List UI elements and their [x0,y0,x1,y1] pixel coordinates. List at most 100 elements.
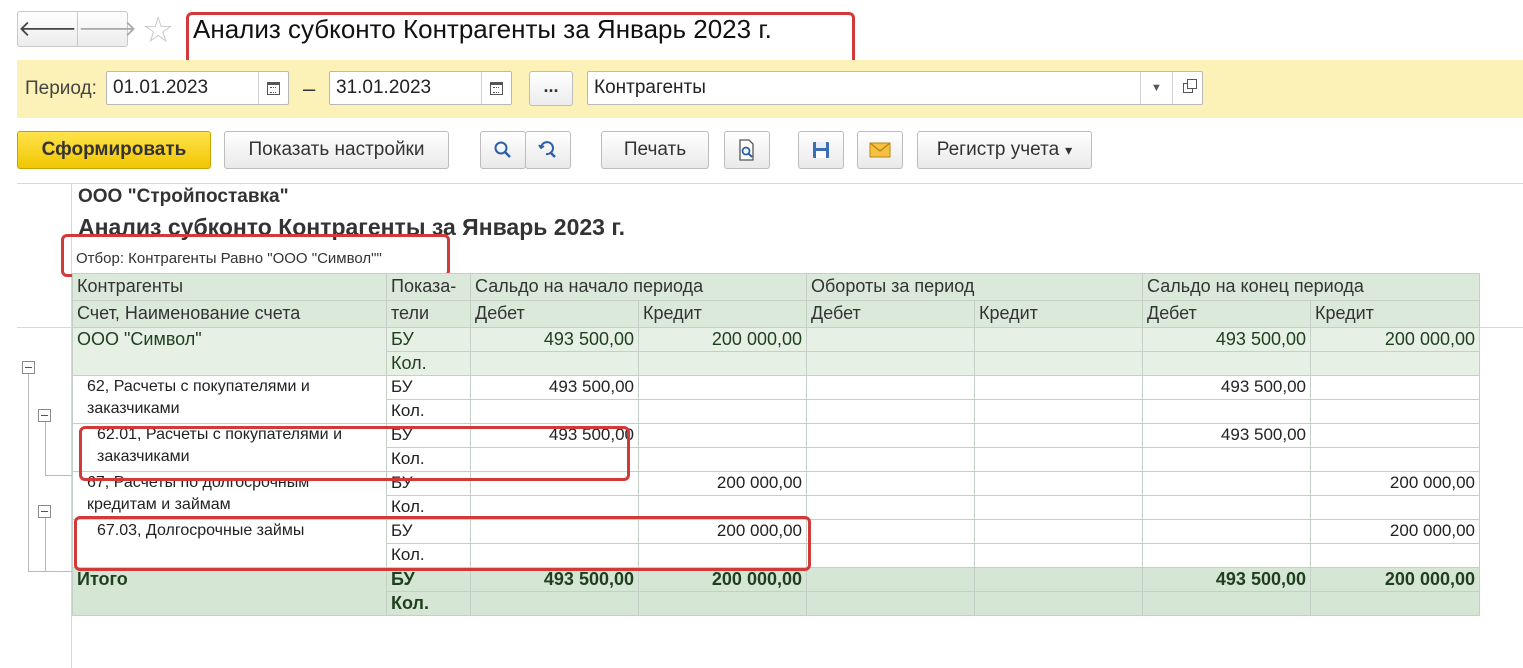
tree-line [45,422,46,476]
cell-turnover-debit[interactable] [806,519,975,544]
cell-closing-credit[interactable] [1310,375,1480,400]
cell-turnover-credit[interactable] [974,519,1143,544]
report-organization: ООО "Стройпоставка" [78,186,289,207]
back-button[interactable]: 🡐 [18,12,77,46]
row-indicator: Кол. [386,591,471,616]
table-row[interactable]: 67, Расчеты по долгосрочным кредитам и з… [72,471,1480,520]
dropdown-arrow-icon: ▾ [1065,141,1073,158]
tree-line [45,518,46,572]
table-row[interactable]: 62.01, Расчеты с покупателями и заказчик… [72,423,1480,472]
period-select-button[interactable]: ... [529,71,573,106]
cell-opening-debit[interactable]: 493 500,00 [470,375,639,400]
cell-turnover-debit[interactable] [806,375,975,400]
cell-closing-debit[interactable]: 493 500,00 [1142,567,1311,592]
nav-buttons: 🡐 🡒 [17,11,137,47]
cell-closing-credit[interactable]: 200 000,00 [1310,567,1480,592]
cell-turnover-debit[interactable] [806,423,975,448]
cell-opening-debit[interactable] [470,471,639,496]
cell-opening-credit[interactable] [638,423,807,448]
cell-opening-debit[interactable] [470,519,639,544]
show-settings-button[interactable]: Показать настройки [224,131,449,169]
date-to-field[interactable]: 31.01.2023 [329,71,512,105]
search-button[interactable] [480,131,526,169]
generate-button[interactable]: Сформировать [17,131,211,169]
collapse-icon[interactable] [38,409,51,422]
subconto-select[interactable]: Контрагенты ▼ [587,71,1203,105]
cell-turnover-credit[interactable] [974,375,1143,400]
report-title: Анализ субконто Контрагенты за Январь 20… [78,214,626,240]
send-email-button[interactable] [857,131,903,169]
cell-turnover-credit[interactable] [974,327,1143,352]
total-row[interactable]: Итого БУ 493 500,00 200 000,00 493 500,0… [72,567,1480,616]
cell-turnover-debit[interactable] [806,567,975,592]
print-button[interactable]: Печать [601,131,709,169]
save-button[interactable] [798,131,844,169]
register-label: Регистр учета [936,139,1060,160]
search-icon [494,141,511,158]
tree-line [28,571,72,572]
col-closing-debit: Дебет [1142,300,1311,328]
col-turnover: Обороты за период [806,273,1143,301]
report-top-border [17,183,1523,184]
calendar-icon [267,81,280,95]
cell-turnover-credit[interactable] [974,567,1143,592]
total-label: Итого [72,567,387,616]
cell-closing-debit[interactable]: 493 500,00 [1142,327,1311,352]
cell-opening-debit[interactable]: 493 500,00 [470,423,639,448]
cell-opening-debit[interactable]: 493 500,00 [470,567,639,592]
header-row-2: Счет, Наименование счета тели Дебет Кред… [72,300,1480,328]
envelope-icon [869,142,891,158]
date-to-calendar-button[interactable] [481,72,511,104]
table-row[interactable]: 62, Расчеты с покупателями и заказчиками… [72,375,1480,424]
cell-turnover-credit[interactable] [974,423,1143,448]
open-form-icon[interactable] [1172,72,1202,104]
report-filter: Отбор: Контрагенты Равно "ООО "Символ"" [76,250,382,267]
date-from-field[interactable]: 01.01.2023 [106,71,289,105]
dropdown-arrow-icon[interactable]: ▼ [1140,72,1172,104]
col-indicator-2: тели [386,300,471,328]
forward-button[interactable]: 🡒 [77,12,137,46]
row-indicator: БУ [386,327,471,352]
cell-opening-credit[interactable]: 200 000,00 [638,471,807,496]
table-row[interactable]: ООО "Символ" БУ 493 500,00 200 000,00 49… [72,327,1480,376]
favorite-star-icon[interactable]: ☆ [142,10,174,50]
cell-turnover-debit[interactable] [806,471,975,496]
cell-closing-debit[interactable] [1142,471,1311,496]
cell-closing-credit[interactable]: 200 000,00 [1310,471,1480,496]
cell-closing-debit[interactable]: 493 500,00 [1142,423,1311,448]
cell-opening-credit[interactable]: 200 000,00 [638,327,807,352]
cell-closing-credit[interactable] [1310,423,1480,448]
cell-opening-credit[interactable] [638,375,807,400]
search-replace-button[interactable] [525,131,571,169]
preview-button[interactable] [724,131,770,169]
row-indicator: Кол. [386,543,471,568]
cell-opening-debit[interactable]: 493 500,00 [470,327,639,352]
row-indicator: БУ [386,567,471,592]
col-closing-credit: Кредит [1310,300,1480,328]
tree-line [45,475,72,476]
collapse-icon[interactable] [38,505,51,518]
table-row[interactable]: 67.03, Долгосрочные займы БУ 200 000,00 … [72,519,1480,568]
arrow-right-icon: 🡒 [78,16,137,41]
cell-closing-credit[interactable]: 200 000,00 [1310,327,1480,352]
row-name: 62, Расчеты с покупателями и заказчиками [72,375,387,424]
calendar-icon [490,81,503,95]
col-closing: Сальдо на конец периода [1142,273,1480,301]
arrow-left-icon: 🡐 [18,16,77,41]
cell-turnover-debit[interactable] [806,327,975,352]
cell-opening-credit[interactable]: 200 000,00 [638,567,807,592]
period-separator: – [303,76,316,101]
cell-closing-credit[interactable]: 200 000,00 [1310,519,1480,544]
save-floppy-icon [813,142,829,158]
cell-closing-debit[interactable] [1142,519,1311,544]
col-opening-debit: Дебет [470,300,639,328]
period-label: Период: [25,78,97,99]
row-indicator: Кол. [386,351,471,376]
register-button[interactable]: Регистр учета ▾ [917,131,1092,169]
report-table: Контрагенты Показа- Сальдо на начало пер… [72,273,1480,616]
date-from-calendar-button[interactable] [258,72,288,104]
cell-opening-credit[interactable]: 200 000,00 [638,519,807,544]
cell-turnover-credit[interactable] [974,471,1143,496]
collapse-icon[interactable] [22,361,35,374]
cell-closing-debit[interactable]: 493 500,00 [1142,375,1311,400]
